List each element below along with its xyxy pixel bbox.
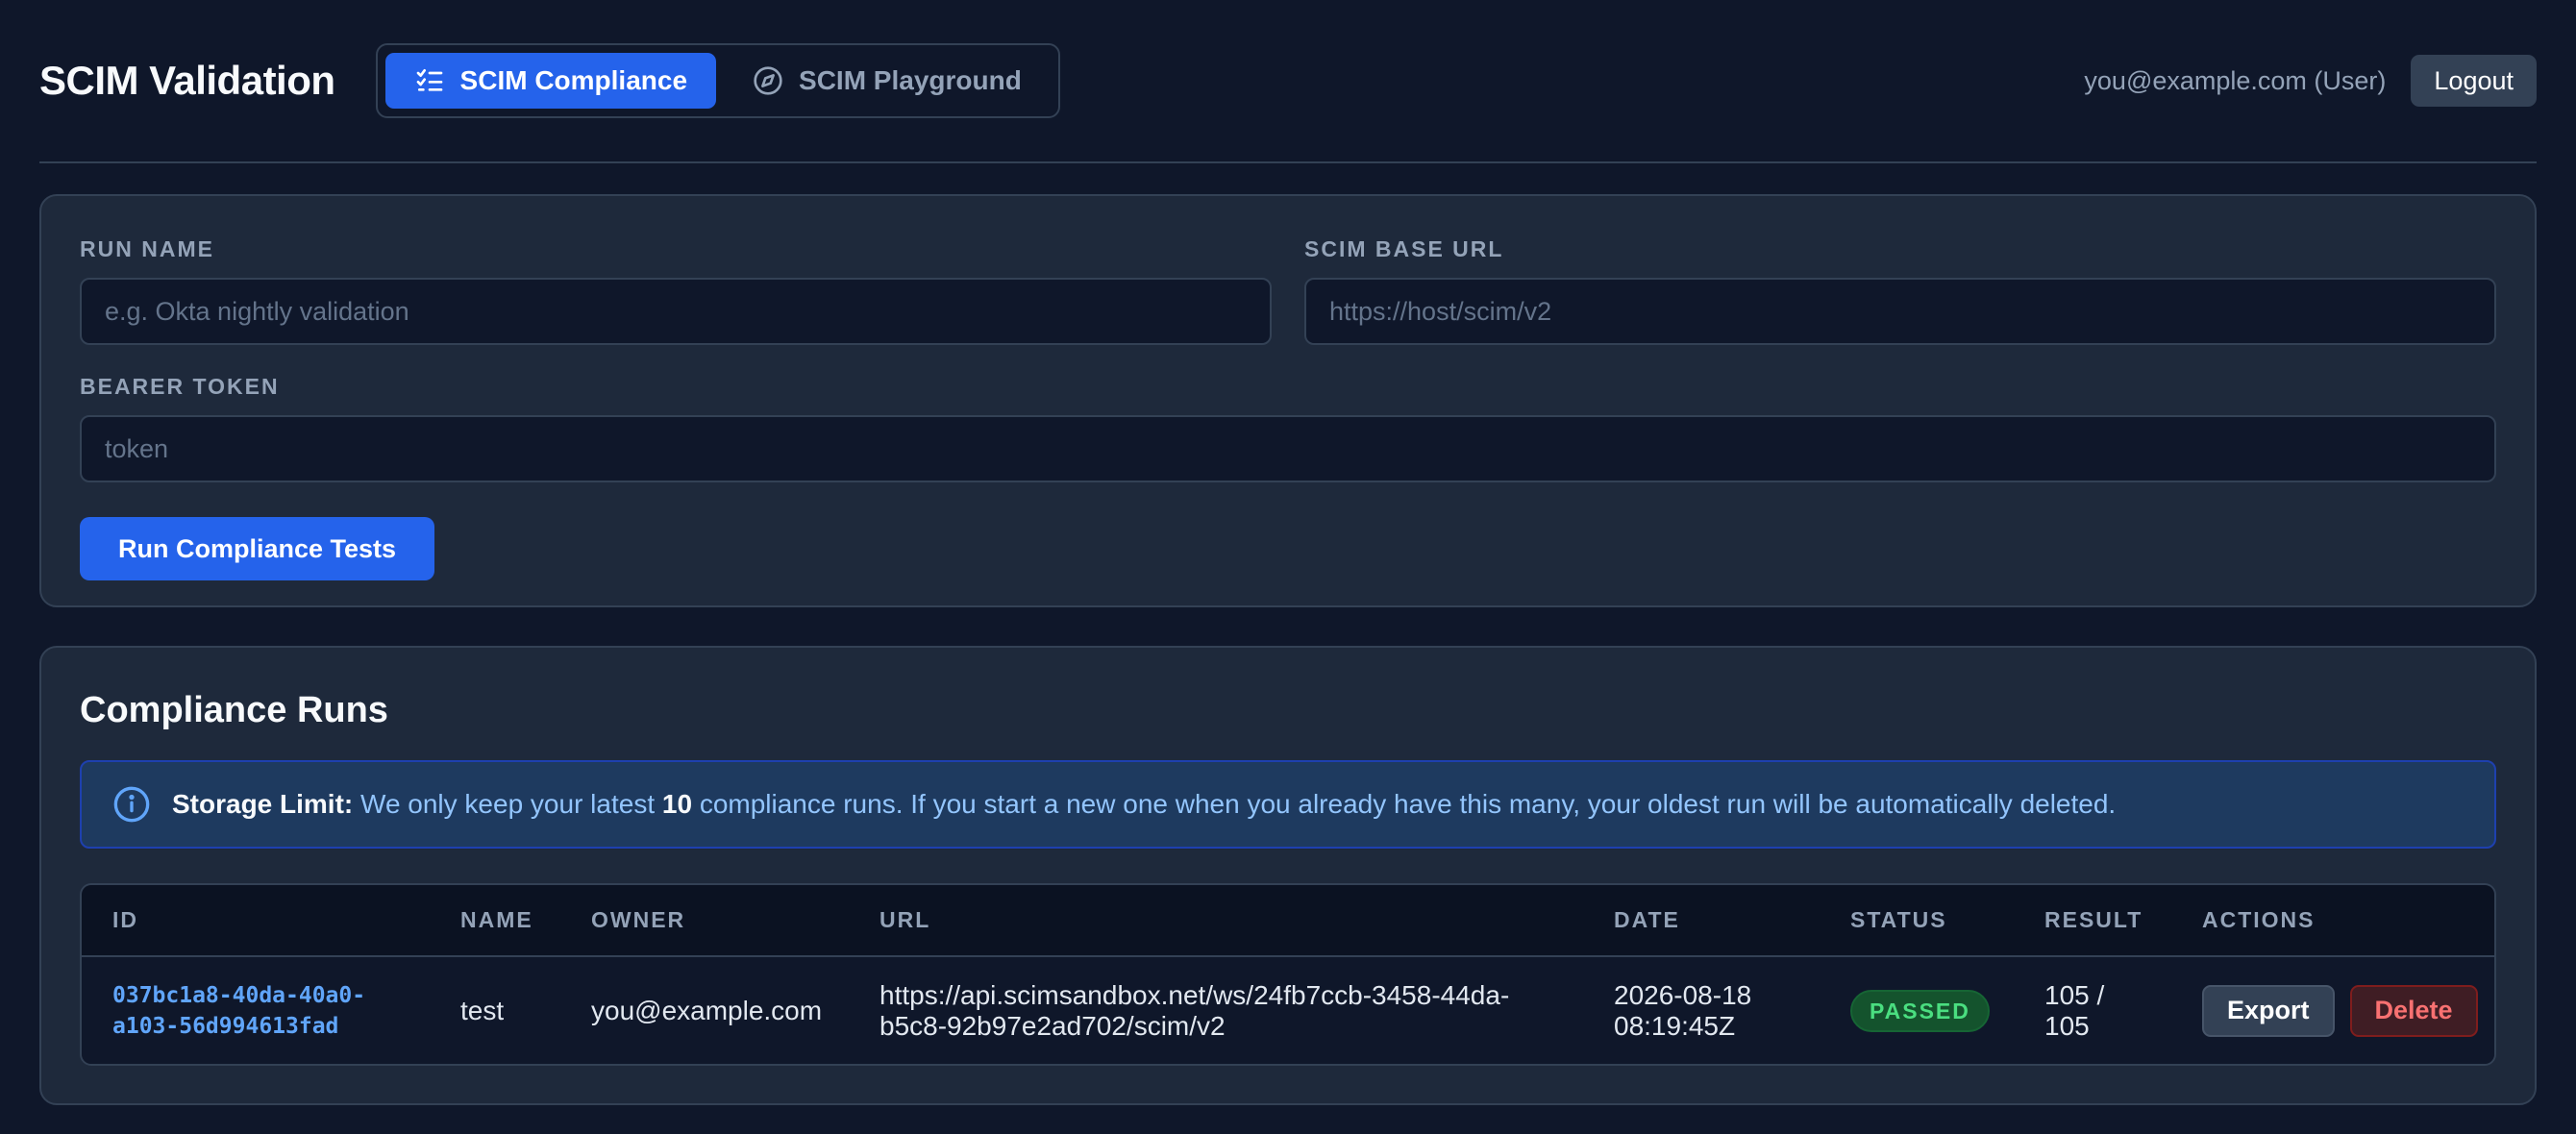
run-compliance-tests-button[interactable]: Run Compliance Tests: [80, 517, 435, 580]
column-header: NAME: [460, 907, 533, 932]
storage-limit-notice: Storage Limit: We only keep your latest …: [80, 760, 2496, 849]
table-row: 037bc1a8-40da-40a0- a103-56d994613fad te…: [82, 956, 2494, 1064]
run-id-line: 037bc1a8-40da-40a0-: [112, 982, 366, 1008]
compass-icon: [754, 66, 782, 95]
status-badge: PASSED: [1850, 989, 1990, 1032]
section-title: Compliance Runs: [80, 690, 388, 730]
base-url-label: SCIM BASE URL: [1304, 236, 1504, 261]
base-url-field: SCIM BASE URL: [1304, 236, 2496, 345]
run-id-link[interactable]: 037bc1a8-40da-40a0- a103-56d994613fad: [82, 956, 430, 1064]
tab-label: SCIM Playground: [799, 65, 1022, 95]
run-actions: Export Delete: [2171, 956, 2494, 1064]
column-header: RESULT: [2044, 907, 2143, 932]
run-name-field: RUN NAME: [80, 236, 1272, 345]
run-id-line: a103-56d994613fad: [112, 1013, 339, 1039]
column-header: STATUS: [1850, 907, 1947, 932]
run-name-input[interactable]: [80, 278, 1272, 345]
run-url-line: b5c8-92b97e2ad702/scim/v2: [879, 1010, 1226, 1041]
tab-label: SCIM Compliance: [459, 65, 688, 95]
run-result-line: 105 /: [2044, 979, 2105, 1010]
notice-text: Storage Limit: We only keep your latest …: [172, 789, 2116, 820]
export-button[interactable]: Export: [2202, 984, 2335, 1037]
run-owner: you@example.com: [591, 995, 823, 1025]
column-header: ID: [112, 907, 138, 932]
column-header: DATE: [1614, 907, 1680, 932]
run-date: 2026-08-18 08:19:45Z: [1583, 956, 1820, 1064]
run-name: test: [460, 995, 505, 1025]
notice-strong: Storage Limit:: [172, 789, 354, 819]
run-status: PASSED: [1820, 956, 2014, 1064]
checklist-icon: [416, 69, 442, 91]
run-result-line: 105: [2044, 1010, 2090, 1041]
token-field: BEARER TOKEN: [80, 374, 2496, 482]
run-url-line: https://api.scimsandbox.net/ws/24fb7ccb-…: [879, 979, 1510, 1010]
delete-button[interactable]: Delete: [2349, 984, 2478, 1037]
run-result: 105 / 105: [2014, 956, 2171, 1064]
column-header: ACTIONS: [2202, 907, 2316, 932]
tab-scim-playground[interactable]: SCIM Playground: [724, 53, 1051, 109]
table-header-row: ID NAME OWNER URL DATE STATUS RESULT ACT…: [82, 885, 2494, 956]
notice-limit: 10: [661, 789, 693, 819]
tab-scim-compliance[interactable]: SCIM Compliance: [384, 53, 717, 109]
user-area: you@example.com (User) Logout: [2084, 55, 2537, 107]
run-url: https://api.scimsandbox.net/ws/24fb7ccb-…: [849, 956, 1583, 1064]
compliance-runs-panel: Compliance Runs Storage Limit: We only k…: [39, 646, 2537, 1105]
app-title: SCIM Validation: [39, 58, 335, 103]
notice-before: We only keep your latest: [360, 789, 656, 819]
top-header: SCIM Validation SCIM Compliance SCIM Pla…: [39, 0, 2537, 163]
runs-table: ID NAME OWNER URL DATE STATUS RESULT ACT…: [80, 883, 2496, 1066]
run-date-line: 2026-08-18: [1614, 979, 1752, 1010]
logout-button[interactable]: Logout: [2411, 55, 2537, 107]
run-name-label: RUN NAME: [80, 236, 214, 261]
mode-tabs: SCIM Compliance SCIM Playground: [375, 43, 1060, 118]
info-icon: [113, 786, 150, 823]
new-run-form: RUN NAME SCIM BASE URL BEARER TOKEN Run …: [39, 194, 2537, 607]
column-header: URL: [879, 907, 931, 932]
token-input[interactable]: [80, 415, 2496, 482]
user-label: you@example.com (User): [2084, 65, 2387, 95]
base-url-input[interactable]: [1304, 278, 2496, 345]
token-label: BEARER TOKEN: [80, 374, 280, 399]
notice-after: compliance runs. If you start a new one …: [699, 789, 2117, 819]
run-time-line: 08:19:45Z: [1614, 1010, 1736, 1041]
column-header: OWNER: [591, 907, 686, 932]
